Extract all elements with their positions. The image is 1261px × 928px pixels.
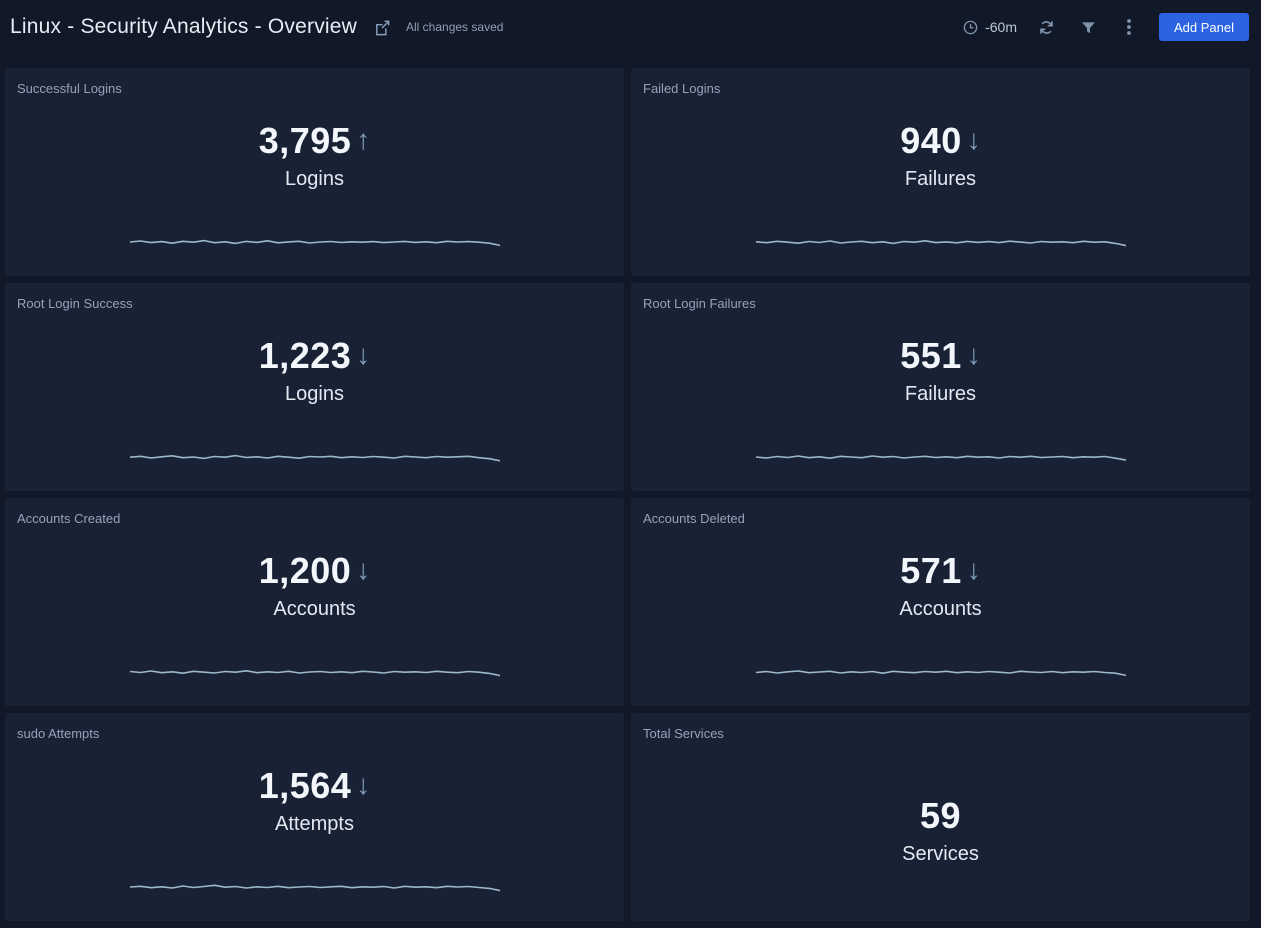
stat-label: Logins xyxy=(285,166,344,192)
stat-line: 940 ↓ xyxy=(900,121,981,161)
stat-label: Services xyxy=(902,841,979,867)
stat-line: 1,564 ↓ xyxy=(259,766,371,806)
panel-accounts-deleted[interactable]: Accounts Deleted 571 ↓ Accounts xyxy=(631,498,1250,706)
stat-line: 59 xyxy=(920,796,961,836)
trend-down-icon: ↓ xyxy=(967,120,981,160)
time-range-control[interactable]: -60m xyxy=(962,19,1017,36)
stat-value: 1,200 xyxy=(259,551,352,591)
add-panel-button[interactable]: Add Panel xyxy=(1159,13,1249,41)
trend-down-icon: ↓ xyxy=(356,335,370,375)
stat-value: 571 xyxy=(900,551,962,591)
stat-value: 551 xyxy=(900,336,962,376)
sparkline-chart xyxy=(756,449,1126,465)
panel-accounts-created[interactable]: Accounts Created 1,200 ↓ Accounts xyxy=(5,498,624,706)
sparkline-chart xyxy=(756,234,1126,250)
stat-line: 551 ↓ xyxy=(900,336,981,376)
filter-funnel-icon xyxy=(1080,19,1097,36)
stat-value: 3,795 xyxy=(259,121,352,161)
dashboard-grid: Successful Logins 3,795 ↑ Logins Failed … xyxy=(0,68,1261,921)
page-title: Linux - Security Analytics - Overview xyxy=(10,15,357,39)
trend-down-icon: ↓ xyxy=(967,335,981,375)
stat-value: 59 xyxy=(920,796,961,836)
panel-body: 1,564 ↓ Attempts xyxy=(5,742,624,921)
panel-failed-logins[interactable]: Failed Logins 940 ↓ Failures xyxy=(631,68,1250,276)
panel-body: 59 Services xyxy=(631,742,1250,921)
filter-button[interactable] xyxy=(1076,15,1101,40)
dashboard-header: Linux - Security Analytics - Overview Al… xyxy=(0,0,1261,54)
panel-body: 1,223 ↓ Logins xyxy=(5,312,624,491)
trend-down-icon: ↓ xyxy=(356,550,370,590)
panel-body: 3,795 ↑ Logins xyxy=(5,97,624,276)
sparkline-chart xyxy=(130,234,500,250)
stat-label: Accounts xyxy=(899,596,981,622)
clock-icon xyxy=(962,19,979,36)
stat-label: Accounts xyxy=(273,596,355,622)
panel-title: Root Login Failures xyxy=(631,283,1250,312)
more-options-button[interactable] xyxy=(1117,14,1141,40)
panel-total-services[interactable]: Total Services 59 Services xyxy=(631,713,1250,921)
stat-line: 1,223 ↓ xyxy=(259,336,371,376)
trend-up-icon: ↑ xyxy=(356,120,370,160)
stat-label: Logins xyxy=(285,381,344,407)
sparkline-chart xyxy=(130,664,500,680)
panel-root-login-success[interactable]: Root Login Success 1,223 ↓ Logins xyxy=(5,283,624,491)
panel-body: 571 ↓ Accounts xyxy=(631,527,1250,706)
panel-body: 551 ↓ Failures xyxy=(631,312,1250,491)
panel-title: sudo Attempts xyxy=(5,713,624,742)
save-status: All changes saved xyxy=(406,20,503,34)
stat-value: 1,223 xyxy=(259,336,352,376)
stat-value: 1,564 xyxy=(259,766,352,806)
kebab-menu-icon xyxy=(1121,18,1137,36)
stat-label: Failures xyxy=(905,166,976,192)
panel-title: Accounts Created xyxy=(5,498,624,527)
sparkline-chart xyxy=(756,664,1126,680)
panel-root-login-failures[interactable]: Root Login Failures 551 ↓ Failures xyxy=(631,283,1250,491)
panel-title: Total Services xyxy=(631,713,1250,742)
panel-body: 940 ↓ Failures xyxy=(631,97,1250,276)
panel-title: Successful Logins xyxy=(5,68,624,97)
panel-title: Failed Logins xyxy=(631,68,1250,97)
stat-line: 1,200 ↓ xyxy=(259,551,371,591)
trend-down-icon: ↓ xyxy=(967,550,981,590)
trend-down-icon: ↓ xyxy=(356,765,370,805)
refresh-icon xyxy=(1037,18,1056,37)
panel-successful-logins[interactable]: Successful Logins 3,795 ↑ Logins xyxy=(5,68,624,276)
stat-value: 940 xyxy=(900,121,962,161)
stat-label: Attempts xyxy=(275,811,354,837)
panel-sudo-attempts[interactable]: sudo Attempts 1,564 ↓ Attempts xyxy=(5,713,624,921)
stat-line: 3,795 ↑ xyxy=(259,121,371,161)
refresh-button[interactable] xyxy=(1033,14,1060,41)
stat-label: Failures xyxy=(905,381,976,407)
stat-line: 571 ↓ xyxy=(900,551,981,591)
sparkline-chart xyxy=(130,449,500,465)
panel-body: 1,200 ↓ Accounts xyxy=(5,527,624,706)
panel-title: Accounts Deleted xyxy=(631,498,1250,527)
sparkline-chart xyxy=(130,879,500,895)
share-export-icon xyxy=(373,18,392,37)
share-icon[interactable] xyxy=(373,18,392,37)
panel-title: Root Login Success xyxy=(5,283,624,312)
time-range-value: -60m xyxy=(985,19,1017,35)
